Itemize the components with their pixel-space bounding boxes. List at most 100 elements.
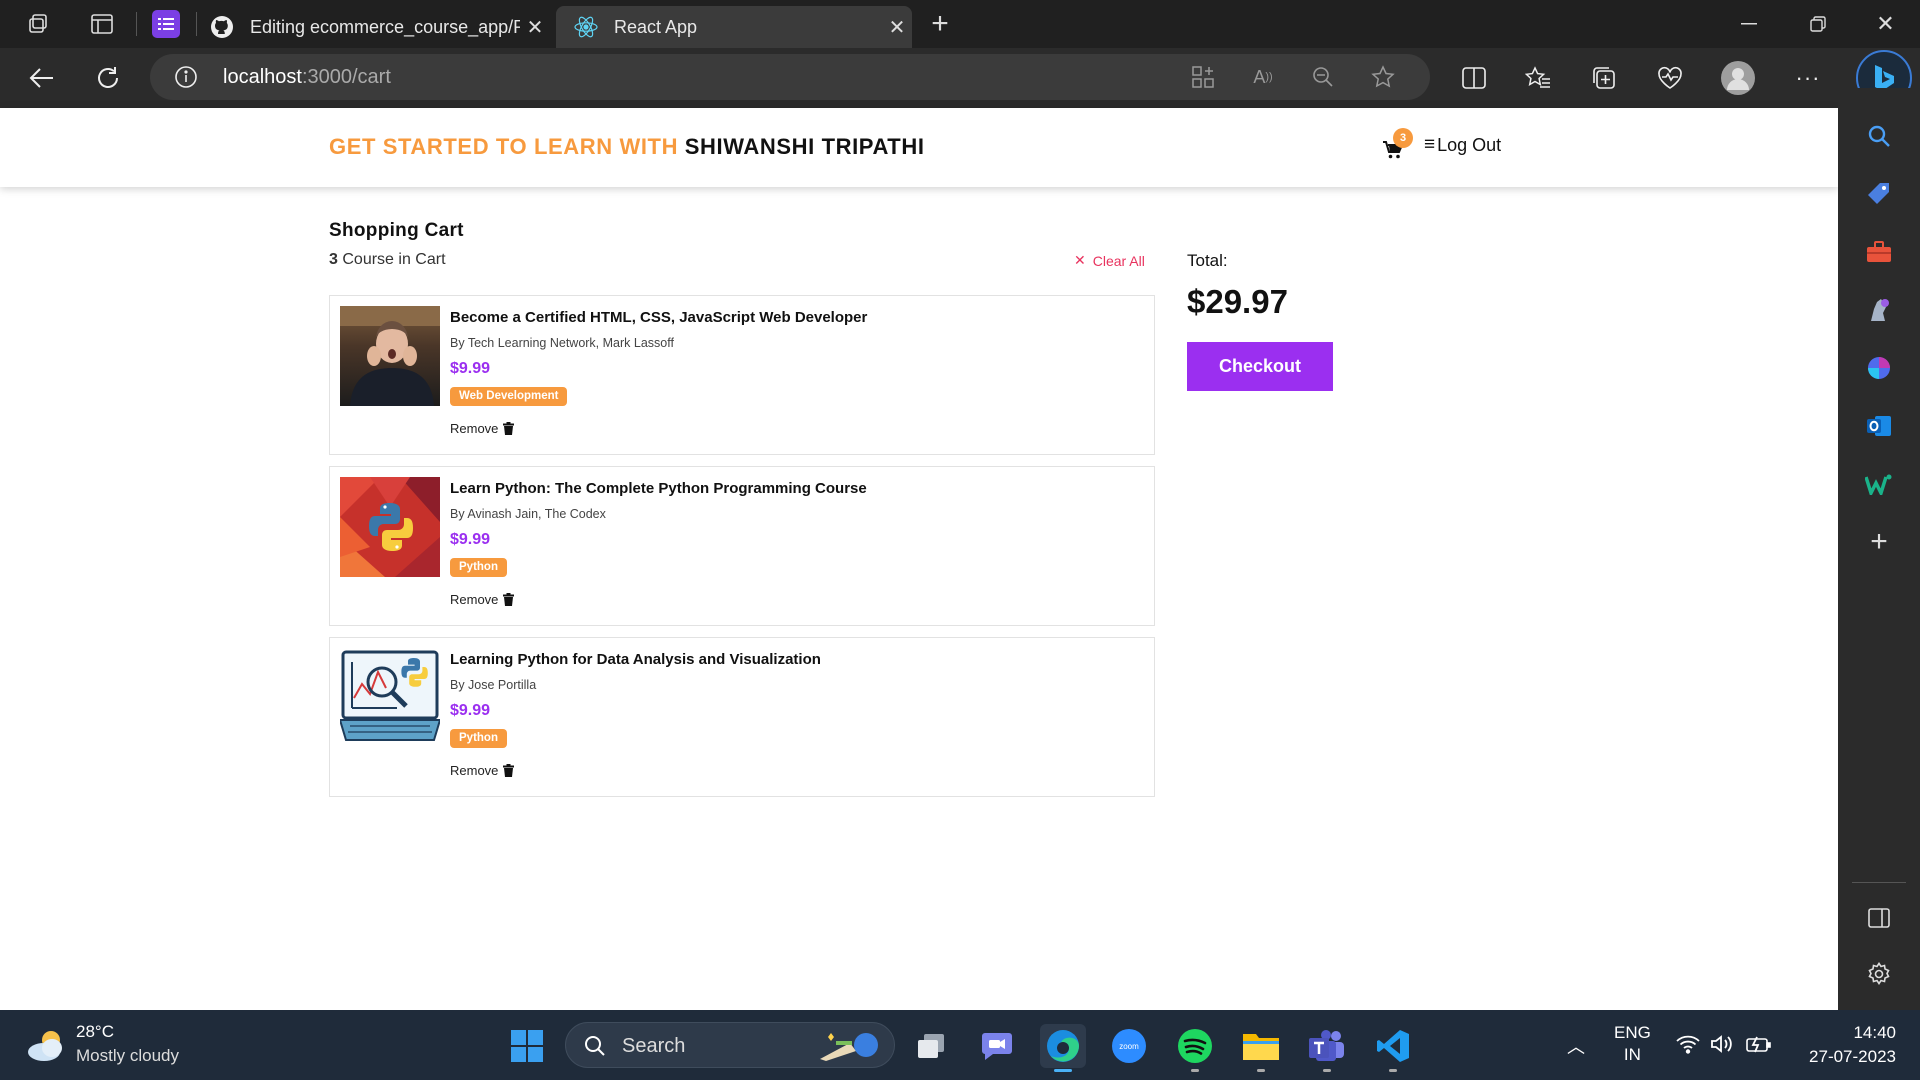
course-thumbnail[interactable]	[340, 477, 440, 577]
trash-icon	[503, 593, 515, 606]
cart-count-text: 3 Course in Cart	[329, 251, 446, 269]
file-explorer-icon[interactable]	[1238, 1024, 1284, 1072]
copilot-icon[interactable]	[1859, 348, 1899, 388]
input-language[interactable]: ENG IN	[1614, 1022, 1651, 1066]
url-text[interactable]: localhost:3000/cart	[223, 66, 391, 89]
pinned-tab-list-icon[interactable]	[152, 10, 180, 38]
course-author: By Avinash Jain, The Codex	[450, 507, 606, 521]
shopping-tag-icon[interactable]	[1859, 174, 1899, 214]
tab-github-readme[interactable]: Editing ecommerce_course_app/README.md ✕	[202, 6, 552, 48]
microsoft-teams-icon[interactable]	[1304, 1024, 1350, 1072]
profile-avatar-icon[interactable]	[1716, 56, 1760, 100]
course-thumbnail[interactable]	[340, 648, 440, 748]
cart-heading: Shopping Cart	[329, 220, 464, 241]
zoom-out-icon[interactable]	[1310, 65, 1336, 89]
cart-count-badge: 3	[1393, 128, 1413, 148]
react-icon	[566, 14, 606, 40]
clear-all-button[interactable]: ✕ Clear All	[1074, 252, 1145, 269]
zoom-app-icon[interactable]: zoom	[1106, 1024, 1152, 1068]
minimize-button[interactable]	[1714, 0, 1783, 48]
total-label: Total:	[1187, 251, 1228, 270]
remove-item-button[interactable]: Remove	[450, 763, 515, 778]
new-tab-plus-icon[interactable]: +	[920, 6, 960, 42]
close-tab-icon[interactable]: ✕	[520, 15, 550, 40]
tab-react-app[interactable]: React App ✕	[556, 6, 912, 48]
search-icon	[585, 1036, 605, 1056]
remove-item-button[interactable]: Remove	[450, 421, 515, 436]
site-brand[interactable]: GET STARTED TO LEARN WITH SHIWANSHI TRIP…	[329, 134, 925, 160]
games-icon[interactable]	[1859, 290, 1899, 330]
course-author: By Tech Learning Network, Mark Lassoff	[450, 336, 674, 350]
close-tab-icon[interactable]: ✕	[882, 15, 912, 40]
task-view-icon[interactable]	[908, 1024, 954, 1068]
course-author: By Jose Portilla	[450, 678, 537, 692]
battery-icon[interactable]	[1746, 1034, 1772, 1059]
teams-chat-icon[interactable]	[974, 1024, 1020, 1068]
clear-all-label: Clear All	[1092, 252, 1145, 269]
app-available-icon[interactable]	[1190, 65, 1216, 89]
hide-sidebar-icon[interactable]	[1859, 898, 1899, 938]
more-options-icon[interactable]: ···	[1786, 56, 1830, 100]
course-thumbnail[interactable]	[340, 306, 440, 406]
edge-browser-icon[interactable]	[1040, 1024, 1086, 1072]
tools-icon[interactable]	[1859, 232, 1899, 272]
search-highlight-icon	[820, 1033, 878, 1061]
sidebar-settings-gear-icon[interactable]	[1859, 954, 1899, 994]
split-screen-icon[interactable]	[1452, 56, 1496, 100]
close-icon: ✕	[1074, 252, 1086, 268]
course-title[interactable]: Learn Python: The Complete Python Progra…	[450, 480, 867, 497]
search-label: Search	[622, 1035, 686, 1057]
search-icon[interactable]	[1859, 116, 1899, 156]
remove-label: Remove	[450, 421, 499, 436]
cart-button[interactable]: 3	[1382, 128, 1413, 162]
favorites-icon[interactable]	[1516, 56, 1560, 100]
remove-label: Remove	[450, 592, 499, 607]
logout-button[interactable]: ≡ Log Out	[1424, 134, 1501, 156]
checkout-button[interactable]: Checkout	[1187, 342, 1333, 391]
collections-icon[interactable]	[1582, 56, 1626, 100]
web-page: GET STARTED TO LEARN WITH SHIWANSHI TRIP…	[0, 108, 1838, 1010]
refresh-button[interactable]	[86, 56, 130, 100]
outlook-icon[interactable]	[1859, 406, 1899, 446]
total-value: $29.97	[1187, 283, 1288, 320]
cart-item-card: Become a Certified HTML, CSS, JavaScript…	[329, 295, 1155, 455]
clock[interactable]: 14:40 27-07-2023	[1796, 1021, 1896, 1069]
github-icon	[202, 15, 242, 39]
drop-icon[interactable]	[1859, 464, 1899, 504]
windows-start-icon[interactable]	[504, 1024, 550, 1068]
address-bar[interactable]: localhost:3000/cart A))	[150, 54, 1430, 100]
course-title[interactable]: Become a Certified HTML, CSS, JavaScript…	[450, 309, 867, 326]
remove-item-button[interactable]: Remove	[450, 592, 515, 607]
browser-essentials-icon[interactable]	[1648, 56, 1692, 100]
add-sidebar-app-icon[interactable]: +	[1859, 522, 1899, 562]
course-category-badge: Web Development	[450, 387, 568, 406]
chevron-up-icon[interactable]: ︿	[1564, 1034, 1588, 1058]
tab-actions-icon[interactable]	[84, 8, 120, 40]
lang-top: ENG	[1614, 1023, 1651, 1042]
read-aloud-icon[interactable]: A))	[1250, 65, 1276, 89]
brand-name: SHIWANSHI TRIPATHI	[684, 134, 925, 159]
wifi-icon[interactable]	[1676, 1034, 1700, 1059]
url-path: :3000/cart	[301, 66, 391, 88]
brand-prefix: GET STARTED TO LEARN WITH	[329, 134, 679, 159]
taskbar-search-box[interactable]: Search	[565, 1022, 895, 1068]
edge-sidebar: +	[1838, 88, 1920, 1010]
spotify-icon[interactable]	[1172, 1024, 1218, 1072]
course-title[interactable]: Learning Python for Data Analysis and Vi…	[450, 651, 821, 668]
weather-status[interactable]: Mostly cloudy	[76, 1046, 179, 1066]
vscode-icon[interactable]	[1370, 1024, 1416, 1072]
course-price: $9.99	[450, 702, 491, 719]
close-window-button[interactable]: ✕	[1851, 0, 1920, 48]
tab-divider	[196, 12, 197, 36]
volume-icon[interactable]	[1710, 1034, 1736, 1059]
back-button[interactable]	[20, 56, 64, 100]
favorite-star-icon[interactable]	[1370, 65, 1396, 89]
course-price: $9.99	[450, 360, 491, 377]
weather-temp[interactable]: 28°C	[76, 1022, 114, 1042]
site-info-icon[interactable]	[174, 65, 198, 89]
restore-button[interactable]	[1783, 0, 1852, 48]
weather-cloud-icon[interactable]	[24, 1026, 68, 1066]
lang-bottom: IN	[1623, 1045, 1641, 1064]
trash-icon	[503, 422, 515, 435]
workspaces-icon[interactable]	[20, 8, 56, 40]
